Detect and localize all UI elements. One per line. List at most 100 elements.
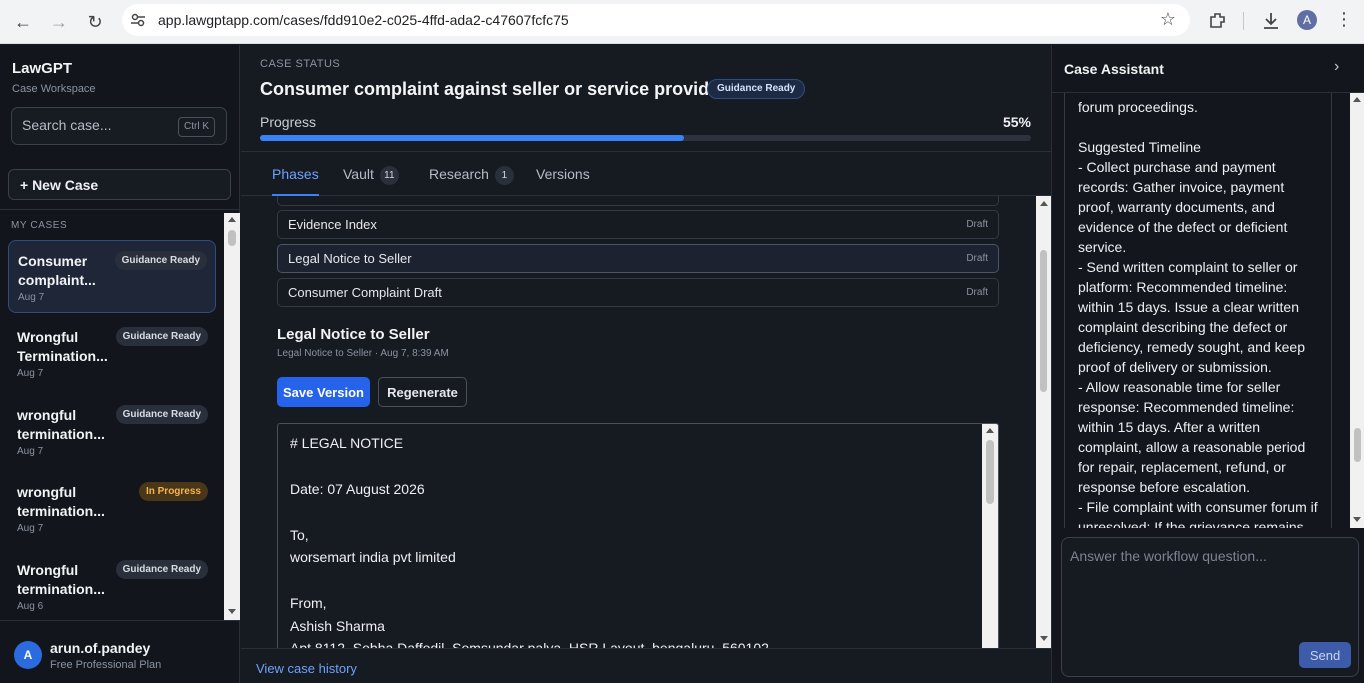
assistant-message: forum proceedings. Suggested Timeline - … bbox=[1064, 93, 1332, 528]
progress-label: Progress bbox=[260, 114, 317, 130]
user-plan: Free Professional Plan bbox=[50, 659, 162, 671]
page-title: Consumer complaint against seller or ser… bbox=[260, 79, 727, 99]
case-title: wrongful termination... bbox=[17, 484, 105, 519]
brand-subtitle: Case Workspace bbox=[12, 83, 96, 95]
case-item-wrongful-termination-4[interactable]: Wrongful termination... Guidance Ready A… bbox=[8, 550, 216, 620]
tab-bar: Phases Vault 11 Research 1 Versions bbox=[241, 151, 1051, 196]
answer-composer: Send bbox=[1061, 537, 1359, 677]
editor-scrollbar[interactable] bbox=[982, 424, 998, 648]
message-text: - Collect purchase and payment records: … bbox=[1078, 159, 1292, 255]
scroll-thumb[interactable] bbox=[228, 230, 236, 246]
scroll-thumb[interactable] bbox=[986, 440, 994, 504]
status-badge: Guidance Ready bbox=[114, 251, 207, 270]
tab-label: Vault bbox=[343, 166, 374, 182]
case-date: Aug 7 bbox=[17, 446, 44, 457]
editor-line: # LEGAL NOTICE bbox=[290, 435, 404, 451]
download-icon[interactable] bbox=[1260, 10, 1282, 32]
editor-line: worsemart india pvt limited bbox=[290, 549, 456, 565]
case-item-wrongful-termination-1[interactable]: Wrongful Termination... Guidance Ready A… bbox=[8, 317, 216, 390]
tab-count-badge: 1 bbox=[494, 166, 514, 185]
tab-vault[interactable]: Vault 11 bbox=[343, 152, 399, 196]
editor-line: From, bbox=[290, 595, 327, 611]
case-list: Consumer complaint... Guidance Ready Aug… bbox=[0, 240, 224, 620]
case-item-wrongful-termination-3[interactable]: wrongful termination... In Progress Aug … bbox=[8, 472, 216, 545]
editor-line: To, bbox=[290, 527, 309, 543]
doc-name: Evidence Index bbox=[288, 217, 377, 232]
document-editor[interactable]: # LEGAL NOTICE Date: 07 August 2026 To, … bbox=[277, 423, 999, 648]
scroll-down-icon[interactable] bbox=[1040, 636, 1048, 641]
address-bar[interactable]: app.lawgptapp.com/cases/fdd910e2-c025-4f… bbox=[122, 4, 1190, 36]
doc-status: Draft bbox=[966, 253, 988, 264]
progress-bar bbox=[260, 135, 1031, 141]
editor-line: Apt 8112, Sobha Daffodil, Somsundar paly… bbox=[290, 640, 769, 648]
scroll-thumb[interactable] bbox=[1040, 250, 1047, 392]
phases-content: Evidence Index Draft Legal Notice to Sel… bbox=[241, 196, 1037, 648]
save-version-button[interactable]: Save Version bbox=[277, 377, 370, 407]
message-text: - File complaint with consumer forum if … bbox=[1078, 499, 1322, 528]
message-text: forum proceedings. bbox=[1078, 99, 1198, 115]
doc-row-legal-notice[interactable]: Legal Notice to Seller Draft bbox=[277, 244, 999, 273]
send-button[interactable]: Send bbox=[1299, 642, 1351, 668]
case-status-label: CASE STATUS bbox=[260, 58, 341, 70]
search-input[interactable] bbox=[22, 117, 172, 133]
main-content: CASE STATUS Consumer complaint against s… bbox=[241, 45, 1051, 683]
message-text: Suggested Timeline bbox=[1078, 139, 1201, 155]
case-title: Wrongful termination... bbox=[17, 562, 105, 597]
profile-avatar[interactable]: A bbox=[1297, 10, 1317, 30]
extensions-icon[interactable] bbox=[1207, 10, 1229, 32]
editor-line: Date: 07 August 2026 bbox=[290, 481, 425, 497]
answer-input[interactable] bbox=[1070, 548, 1350, 628]
case-date: Aug 7 bbox=[18, 292, 45, 303]
back-icon[interactable]: ← bbox=[9, 8, 37, 36]
doc-row-partial[interactable] bbox=[277, 196, 999, 206]
regenerate-button[interactable]: Regenerate bbox=[378, 377, 467, 407]
doc-name: Consumer Complaint Draft bbox=[288, 285, 442, 300]
case-item-consumer-complaint[interactable]: Consumer complaint... Guidance Ready Aug… bbox=[8, 240, 216, 313]
case-date: Aug 7 bbox=[17, 523, 44, 534]
scroll-up-icon[interactable] bbox=[228, 217, 236, 222]
tab-label: Research bbox=[429, 166, 489, 182]
view-history-link[interactable]: View case history bbox=[256, 661, 357, 676]
content-scrollbar[interactable] bbox=[1036, 196, 1051, 648]
scroll-up-icon[interactable] bbox=[1040, 201, 1048, 206]
status-badge: Guidance Ready bbox=[707, 79, 806, 99]
doc-name: Legal Notice to Seller bbox=[288, 251, 412, 266]
scroll-down-icon[interactable] bbox=[228, 609, 236, 614]
collapse-chevron-icon[interactable]: › bbox=[1334, 58, 1339, 76]
doc-row-evidence-index[interactable]: Evidence Index Draft bbox=[277, 210, 999, 239]
case-search[interactable]: Ctrl K bbox=[11, 107, 227, 145]
toolbar-divider bbox=[1243, 12, 1244, 30]
case-list-scrollbar[interactable] bbox=[224, 213, 240, 620]
forward-icon[interactable]: → bbox=[45, 8, 73, 36]
tab-label: Versions bbox=[536, 166, 590, 182]
message-text: - Allow reasonable time for seller respo… bbox=[1078, 379, 1310, 495]
case-assistant-panel: Case Assistant › forum proceedings. Sugg… bbox=[1051, 45, 1364, 683]
status-badge: In Progress bbox=[138, 482, 208, 501]
site-settings-icon[interactable] bbox=[130, 12, 146, 28]
status-badge: Guidance Ready bbox=[115, 327, 208, 346]
tab-research[interactable]: Research 1 bbox=[429, 152, 514, 196]
brand-name: LawGPT bbox=[12, 60, 73, 77]
browser-menu-icon[interactable]: ⋮ bbox=[1335, 9, 1353, 30]
case-item-wrongful-termination-2[interactable]: wrongful termination... Guidance Ready A… bbox=[8, 395, 216, 468]
tab-versions[interactable]: Versions bbox=[536, 152, 590, 196]
scroll-thumb[interactable] bbox=[1354, 428, 1361, 462]
scroll-up-icon[interactable] bbox=[1353, 97, 1361, 102]
sidebar: LawGPT Case Workspace Ctrl K + New Case … bbox=[0, 45, 240, 683]
section-title: MY CASES bbox=[11, 220, 68, 231]
case-date: Aug 6 bbox=[17, 601, 44, 612]
sidebar-divider bbox=[0, 209, 240, 210]
tab-phases[interactable]: Phases bbox=[272, 152, 319, 196]
doc-row-consumer-complaint[interactable]: Consumer Complaint Draft Draft bbox=[277, 278, 999, 307]
scroll-up-icon[interactable] bbox=[986, 428, 994, 433]
chat-scrollbar[interactable] bbox=[1350, 93, 1364, 528]
scroll-down-icon[interactable] bbox=[1353, 517, 1361, 522]
url-text[interactable]: app.lawgptapp.com/cases/fdd910e2-c025-4f… bbox=[158, 12, 569, 28]
shortcut-hint: Ctrl K bbox=[178, 117, 215, 137]
reload-icon[interactable]: ↻ bbox=[81, 8, 109, 36]
case-date: Aug 7 bbox=[17, 368, 44, 379]
doc-status: Draft bbox=[966, 287, 988, 298]
bookmark-star-icon[interactable]: ☆ bbox=[1160, 9, 1176, 30]
user-profile[interactable]: A arun.of.pandey Free Professional Plan bbox=[0, 620, 240, 683]
new-case-button[interactable]: + New Case bbox=[8, 169, 231, 200]
